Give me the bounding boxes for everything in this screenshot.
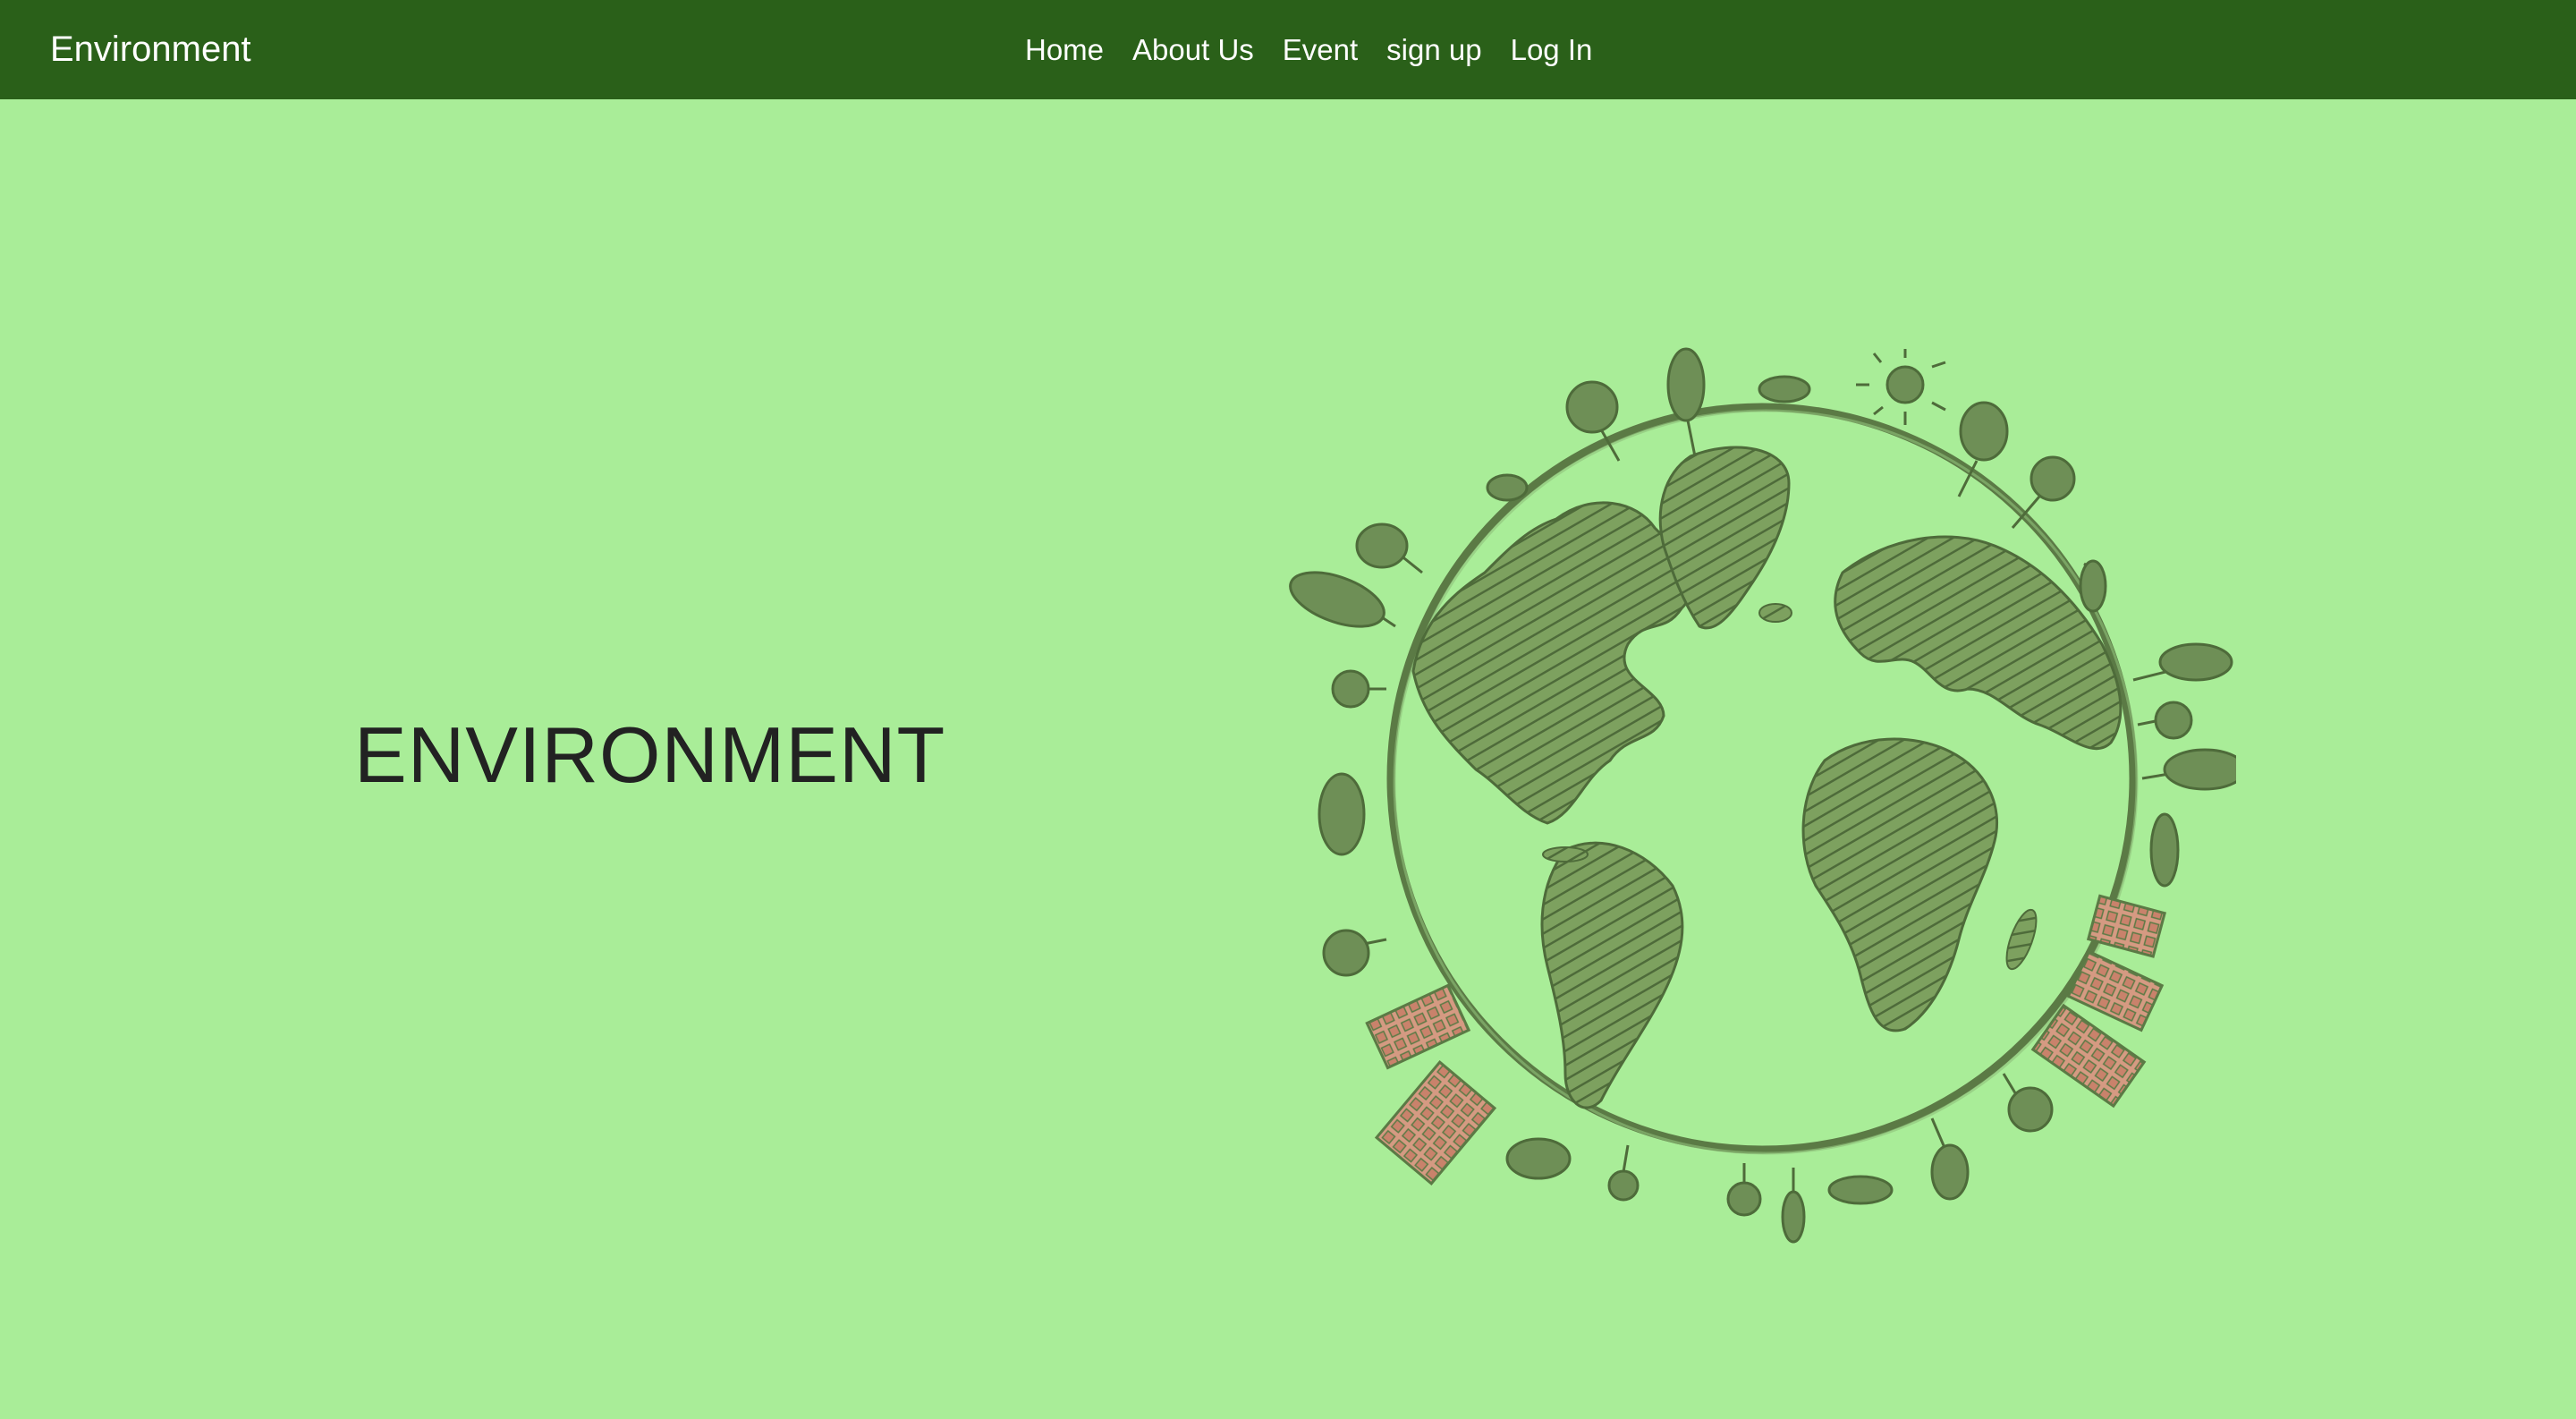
nav-link-sign-up[interactable]: sign up [1386,33,1481,67]
hero-title: ENVIRONMENT [354,710,946,799]
brand-link[interactable]: Environment [50,0,251,99]
nav-link-home[interactable]: Home [1025,33,1104,67]
top-navbar: Environment Home About Us Event sign up … [0,0,2576,99]
earth-globe-illustration [1288,313,2236,1244]
nav-link-log-in[interactable]: Log In [1511,33,1593,67]
earth-globe-sketch-icon [1289,347,2236,1244]
nav-links: Home About Us Event sign up Log In [1025,0,1592,99]
nav-link-event[interactable]: Event [1283,33,1358,67]
nav-link-about-us[interactable]: About Us [1132,33,1254,67]
